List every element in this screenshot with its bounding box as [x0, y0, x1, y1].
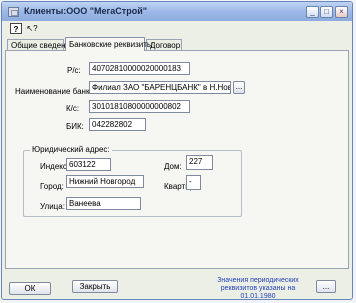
city-field[interactable]: Нижний Новгород [66, 175, 144, 188]
window-icon [8, 7, 19, 17]
title-bar[interactable]: Клиенты:ООО "МегаСтрой" _ □ × [2, 2, 352, 21]
postal-index-label: Индекс: [40, 162, 70, 171]
postal-index-field[interactable]: 603122 [66, 158, 111, 171]
tab-bank-details[interactable]: Банковские реквизиты [65, 37, 153, 51]
status-ellipsis-button[interactable]: ... [316, 280, 336, 293]
maximize-button[interactable]: □ [320, 6, 333, 18]
status-line-2: реквизитов указаны на 01.01.1980 [220, 285, 296, 300]
status-line-1: Значения периодических [217, 277, 299, 284]
close-button[interactable]: Закрыть [72, 280, 118, 293]
settlement-account-label: Р/с: [67, 66, 81, 75]
bank-name-label: Наименование банка: [15, 87, 97, 96]
periodic-details-status[interactable]: Значения периодических реквизитов указан… [208, 277, 308, 301]
bik-label: БИК: [66, 122, 84, 131]
house-label: Дом: [164, 162, 182, 171]
help-icon[interactable]: ? [10, 23, 22, 34]
bik-field[interactable]: 042282802 [89, 118, 146, 131]
minimize-button[interactable]: _ [306, 6, 319, 18]
toolbar: ? ↖? [2, 21, 352, 37]
correspondent-account-field[interactable]: 30101810800000000802 [89, 100, 190, 113]
settlement-account-field[interactable]: 40702810000020000183 [89, 62, 190, 75]
city-label: Город: [40, 182, 64, 191]
correspondent-account-label: К/с: [66, 104, 80, 113]
close-window-button[interactable]: × [335, 6, 348, 18]
bank-select-button[interactable]: ... [233, 81, 245, 94]
bank-name-field[interactable]: Филиал ЗАО "БАРЕНЦБАНК" в Н.Новгороде [89, 81, 231, 94]
house-field[interactable]: 227 [186, 155, 213, 170]
whats-this-icon[interactable]: ↖? [26, 23, 38, 34]
street-label: Улица: [40, 202, 65, 211]
window-title: Клиенты:ООО "МегаСтрой" [24, 6, 148, 16]
legal-address-title: Юридический адрес: [30, 145, 112, 154]
street-field[interactable]: Ванеева [66, 197, 141, 210]
apartment-field[interactable]: - [186, 175, 201, 190]
ok-button[interactable]: ОК [9, 282, 51, 295]
